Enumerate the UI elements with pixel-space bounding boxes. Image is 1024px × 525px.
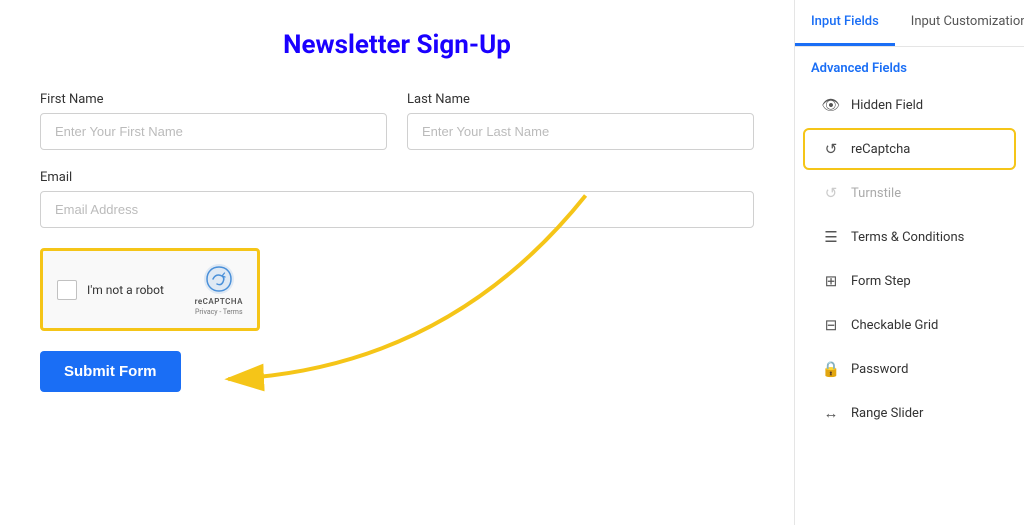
recaptcha-right: reCAPTCHA Privacy - Terms [195,263,243,316]
panel-items-list: 👁 Hidden Field ↺ reCaptcha ↺ Turnstile ☰ Terms … [795,84,1024,436]
panel-item-icon-2: ↺ [821,184,841,202]
panel-item-label-2: Turnstile [851,186,901,201]
submit-button[interactable]: Submit Form [40,351,181,392]
recaptcha-label: I'm not a robot [87,283,164,297]
panel-item-icon-1: ↺ [821,140,841,158]
panel-item-hidden-field[interactable]: 👁 Hidden Field [803,84,1016,126]
panel-item-icon-3: ☰ [821,228,841,246]
recaptcha-checkbox[interactable] [57,280,77,300]
panel-item-range-slider[interactable]: ↔ Range Slider [803,392,1016,434]
tabs-header: Input Fields Input Customization [795,0,1024,47]
panel-item-icon-7: ↔ [821,404,841,422]
panel-item-label-5: Checkable Grid [851,318,938,333]
panel-item-label-3: Terms & Conditions [851,230,964,245]
email-input[interactable] [40,191,754,228]
last-name-input[interactable] [407,113,754,150]
panel-item-turnstile[interactable]: ↺ Turnstile [803,172,1016,214]
panel-item-password[interactable]: 🔒 Password [803,348,1016,390]
form-title: Newsletter Sign-Up [40,30,754,60]
panel-item-label-1: reCaptcha [851,142,910,157]
panel-item-label-0: Hidden Field [851,98,923,113]
panel-item-icon-6: 🔒 [821,360,841,378]
panel-item-checkable-grid[interactable]: ⊟ Checkable Grid [803,304,1016,346]
name-row: First Name Last Name [40,92,754,150]
panel-item-label-7: Range Slider [851,406,923,421]
advanced-fields-title: Advanced Fields [795,47,1024,84]
email-label: Email [40,170,754,185]
last-name-field: Last Name [407,92,754,150]
panel-item-recaptcha[interactable]: ↺ reCaptcha [803,128,1016,170]
panel-item-terms---conditions[interactable]: ☰ Terms & Conditions [803,216,1016,258]
last-name-label: Last Name [407,92,754,107]
panel-item-icon-0: 👁 [821,96,841,114]
recaptcha-widget[interactable]: I'm not a robot reCAPTCHA Privacy - Term… [40,248,260,331]
right-panel: Input Fields Input Customization Advance… [794,0,1024,525]
first-name-field: First Name [40,92,387,150]
recaptcha-brand-text: reCAPTCHA [195,297,243,306]
panel-item-icon-5: ⊟ [821,316,841,334]
email-field: Email [40,170,754,228]
first-name-label: First Name [40,92,387,107]
tab-input-customization[interactable]: Input Customization [895,0,1024,46]
recaptcha-logo-icon [203,263,235,295]
first-name-input[interactable] [40,113,387,150]
recaptcha-left: I'm not a robot [57,280,164,300]
tab-input-fields[interactable]: Input Fields [795,0,895,46]
recaptcha-links-text: Privacy - Terms [195,308,243,316]
panel-item-label-4: Form Step [851,274,911,289]
panel-item-form-step[interactable]: ⊞ Form Step [803,260,1016,302]
panel-item-label-6: Password [851,362,908,377]
panel-item-icon-4: ⊞ [821,272,841,290]
form-area: Newsletter Sign-Up First Name Last Name … [0,0,794,525]
email-row: Email [40,170,754,228]
